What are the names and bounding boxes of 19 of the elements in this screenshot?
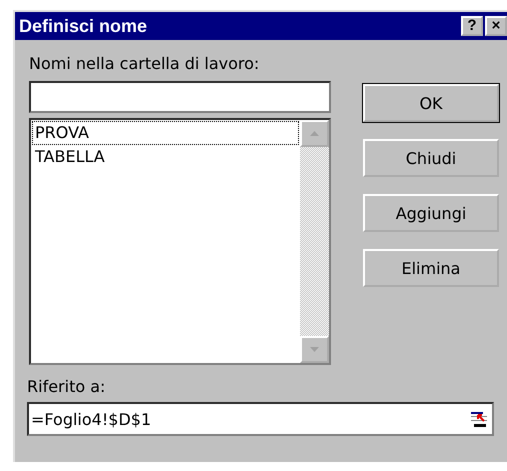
scrollbar[interactable] (300, 120, 329, 363)
list-item[interactable]: PROVA (32, 121, 299, 145)
range-select-icon[interactable] (470, 410, 488, 428)
reference-field[interactable]: =Foglio4!$D$1 (27, 402, 494, 436)
dialog-button[interactable]: Elimina (363, 249, 499, 287)
scroll-up-button[interactable] (300, 120, 329, 147)
close-button[interactable]: × (485, 16, 507, 36)
down-arrow-icon (310, 347, 319, 352)
dialog-button[interactable]: OK (363, 84, 499, 122)
window-title: Definisci nome (19, 16, 148, 36)
up-arrow-icon (310, 131, 319, 136)
dialog-button[interactable]: Chiudi (363, 139, 499, 177)
list-item[interactable]: TABELLA (32, 145, 299, 169)
help-button[interactable]: ? (461, 16, 483, 36)
name-field[interactable] (29, 81, 331, 113)
scroll-down-button[interactable] (300, 336, 329, 363)
names-label: Nomi nella cartella di lavoro: (29, 54, 260, 73)
reference-label: Riferito a: (27, 377, 106, 396)
dialog-button[interactable]: Aggiungi (363, 194, 499, 232)
